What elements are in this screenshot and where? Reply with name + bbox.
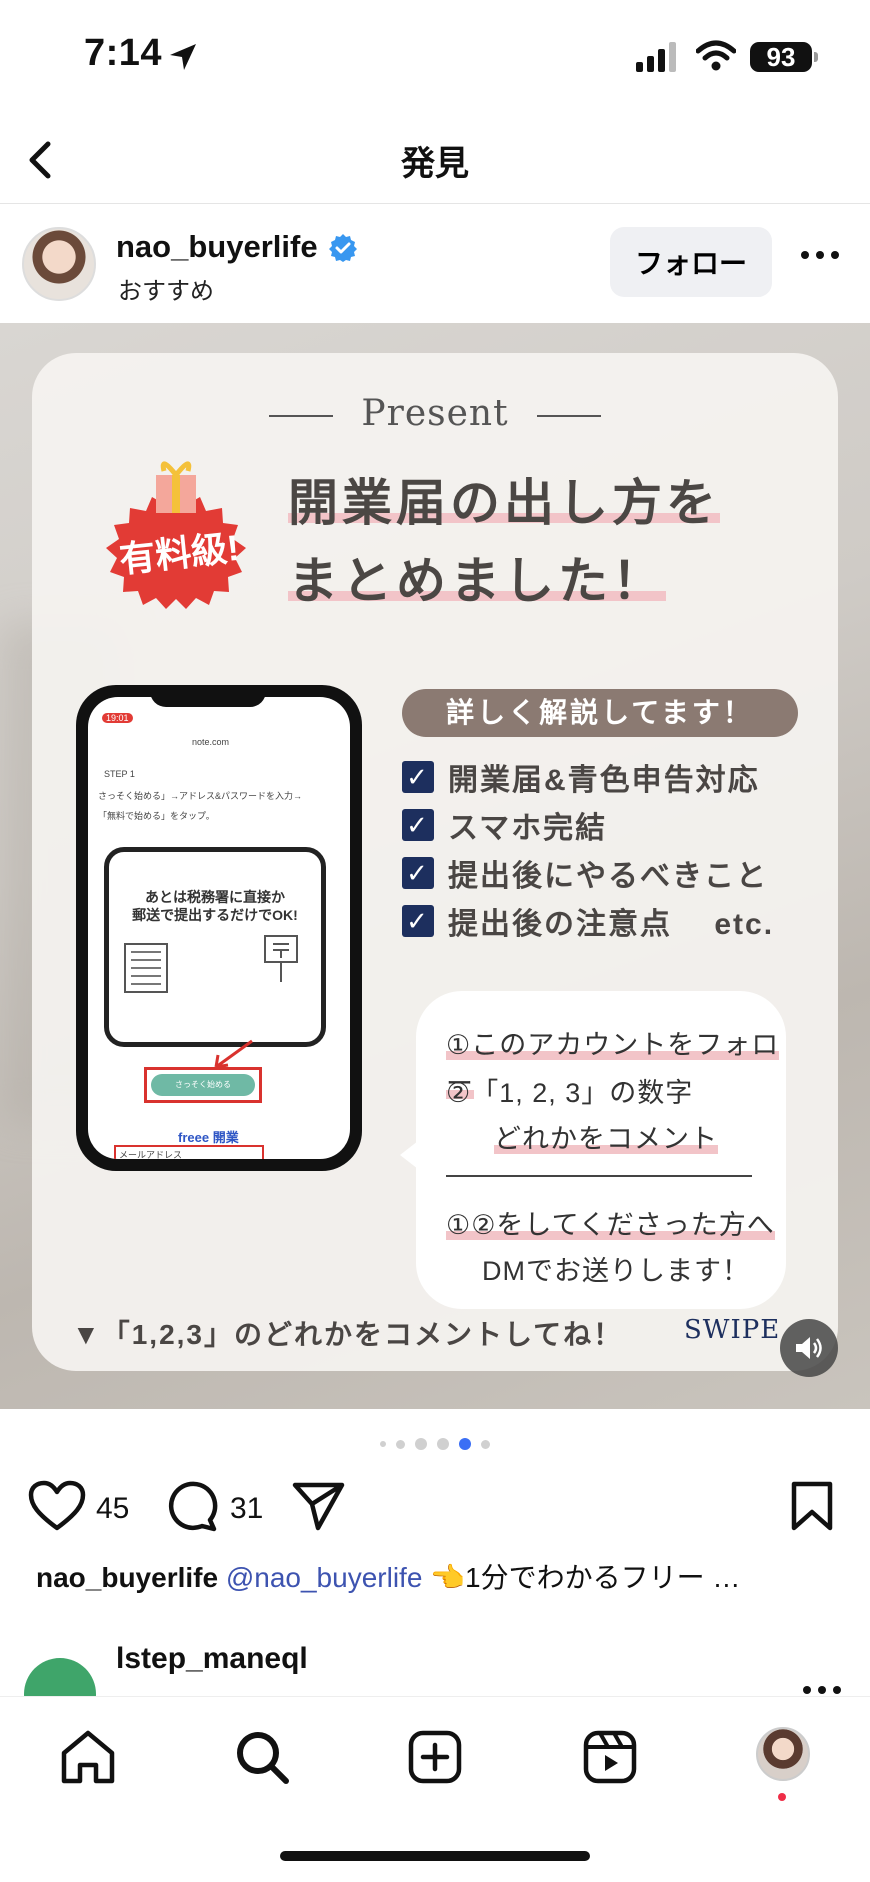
checkbox-icon: ✓	[402, 905, 434, 937]
checkbox-icon: ✓	[402, 809, 434, 841]
red-arrow-icon	[214, 1039, 253, 1069]
caption-username[interactable]: nao_buyerlife	[36, 1562, 218, 1593]
home-indicator	[280, 1851, 590, 1861]
carousel-dot	[415, 1438, 427, 1450]
check-item: ✓ 提出後の注意点 etc.	[402, 897, 774, 945]
author-avatar[interactable]	[22, 227, 96, 301]
comment-instruction: ▼「1,2,3」のどれかをコメントしてね！	[72, 1319, 624, 1350]
like-count[interactable]: 45	[96, 1492, 129, 1526]
nav-header: 発見	[0, 118, 870, 204]
inner-phone-text: あとは税務署に直接か 郵送で提出するだけでOK!	[132, 889, 298, 923]
check-item: ✓ 提出後にやるべきこと	[402, 849, 774, 897]
share-paper-plane-icon[interactable]	[292, 1480, 346, 1532]
carousel-dot	[481, 1439, 490, 1449]
more-options-icon[interactable]	[802, 1684, 842, 1696]
more-options-icon[interactable]	[800, 249, 840, 261]
next-author-avatar[interactable]	[24, 1658, 96, 1696]
next-author-username[interactable]: lstep_maneql	[116, 1642, 308, 1676]
inner-phone: あとは税務署に直接か 郵送で提出するだけでOK!	[104, 847, 326, 1047]
checkbox-icon: ✓	[402, 761, 434, 793]
verified-badge-icon	[329, 234, 357, 262]
bubble-line-3: どれかをコメント	[494, 1124, 718, 1154]
comment-count[interactable]: 31	[230, 1492, 263, 1526]
follow-button[interactable]: フォロー	[610, 227, 772, 297]
bubble-line-2: ②「1, 2, 3」の数字	[446, 1078, 694, 1108]
promo-card: Present 有料級! 開業届の出し方を まとめました！ 19:01 note…	[32, 353, 838, 1371]
page-title: 発見	[401, 145, 469, 183]
freee-logo: freee 開業	[178, 1130, 239, 1145]
checkbox-icon: ✓	[402, 857, 434, 889]
phone-cta: さっそく始める	[151, 1074, 255, 1096]
swipe-label: SWIPE	[684, 1315, 781, 1345]
tax-office-icon	[124, 943, 168, 993]
phone-url: note.com	[192, 737, 230, 747]
profile-tab-avatar[interactable]	[756, 1727, 810, 1781]
headline-line-2: まとめました！	[288, 553, 666, 609]
bubble-tail	[400, 1141, 418, 1169]
detail-pill: 詳しく解説してます！	[402, 689, 798, 737]
notification-dot	[778, 1793, 786, 1801]
carousel-dot	[380, 1441, 386, 1447]
phone-step-text-2: 「無料で始める」をタップ。	[98, 811, 215, 821]
bubble-divider	[446, 1175, 752, 1177]
carousel-dot	[396, 1439, 405, 1449]
bookmark-icon[interactable]	[790, 1480, 834, 1532]
phone-email-field: メールアドレス	[114, 1145, 264, 1159]
comment-bubble-icon[interactable]	[166, 1480, 218, 1532]
location-arrow-icon	[170, 44, 196, 70]
post-subtitle: おすすめ	[118, 278, 214, 305]
check-item: ✓ スマホ完結	[402, 801, 774, 849]
speech-bubble: ①このアカウントをフォロー ②「1, 2, 3」の数字 どれかをコメント ①②を…	[400, 991, 786, 1309]
home-icon[interactable]	[58, 1727, 118, 1787]
status-bar: 7:14 93	[0, 0, 870, 118]
carousel-dot	[437, 1438, 449, 1450]
search-icon[interactable]	[232, 1727, 292, 1787]
status-time: 7:14	[84, 32, 163, 74]
author-username[interactable]: nao_buyerlife	[116, 229, 318, 265]
carousel-indicator	[0, 1436, 870, 1452]
phone-step-text-1: さっそく始める」→アドレス&パスワードを入力→	[98, 791, 303, 801]
post-media[interactable]: Present 有料級! 開業届の出し方を まとめました！ 19:01 note…	[0, 323, 870, 1409]
phone-time: 19:01	[102, 713, 133, 723]
cellular-signal-icon	[636, 42, 676, 72]
next-post-header: lstep_maneql	[0, 1640, 870, 1696]
battery-indicator: 93	[750, 42, 812, 72]
reels-icon[interactable]	[580, 1727, 640, 1787]
phone-step: STEP 1	[104, 769, 135, 779]
wifi-icon	[696, 40, 736, 71]
like-heart-icon[interactable]	[28, 1480, 86, 1532]
carousel-dot-active	[459, 1438, 471, 1450]
postbox-icon	[264, 935, 298, 982]
post-caption[interactable]: nao_buyerlife @nao_buyerlife 👈1分でわかるフリー …	[36, 1556, 836, 1596]
phone-mockup: 19:01 note.com STEP 1 さっそく始める」→アドレス&パスワー…	[76, 685, 362, 1171]
battery-cap	[814, 52, 818, 62]
bubble-line-5: DMでお送りします！	[482, 1256, 750, 1286]
bottom-tab-bar	[0, 1696, 870, 1882]
phone-notch	[150, 685, 266, 707]
caption-mention[interactable]: @nao_buyerlife	[226, 1562, 423, 1593]
caption-text: 👈1分でわかるフリー …	[430, 1562, 741, 1593]
feature-checklist: ✓ 開業届&青色申告対応 ✓ スマホ完結 ✓ 提出後にやるべきこと ✓ 提出後の注意点 …	[402, 753, 774, 945]
headline-line-1: 開業届の出し方を	[288, 475, 720, 531]
present-heading: Present	[32, 393, 838, 434]
phone-cta-frame: さっそく始める	[144, 1067, 262, 1103]
sound-toggle-button[interactable]	[780, 1319, 838, 1377]
speaker-icon	[796, 1337, 822, 1359]
check-item: ✓ 開業届&青色申告対応	[402, 753, 774, 801]
post-header: nao_buyerlife おすすめ フォロー	[0, 205, 870, 323]
bubble-line-4: ①②をしてくださった方へ	[446, 1210, 775, 1240]
phone-screen: 19:01 note.com STEP 1 さっそく始める」→アドレス&パスワー…	[88, 697, 350, 1159]
post-actions: 45 31	[0, 1470, 870, 1540]
create-post-icon[interactable]	[405, 1727, 465, 1787]
